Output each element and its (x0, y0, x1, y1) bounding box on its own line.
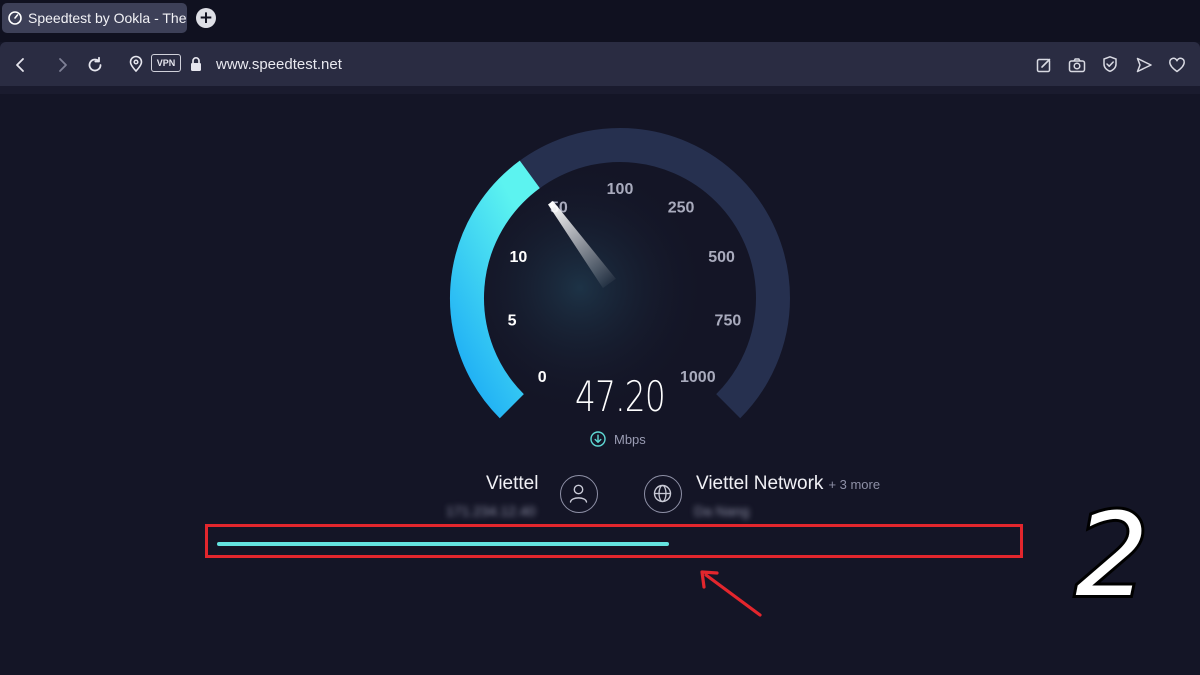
download-icon (590, 431, 606, 447)
speed-unit: Mbps (614, 431, 646, 447)
gauge-tick-label: 1000 (680, 369, 716, 386)
gauge-tick-label: 5 (508, 313, 517, 330)
unit-row: Mbps (590, 431, 646, 447)
annotation-step-number: 2 (1072, 500, 1151, 610)
isp-ip: 171.234.12.40 (446, 503, 536, 519)
user-icon-button[interactable] (560, 475, 598, 513)
progress-highlight-frame (205, 524, 1023, 558)
gauge-tick-label: 100 (607, 181, 634, 198)
annotation-arrow-icon (700, 570, 762, 617)
gauge-tick-label: 250 (668, 200, 695, 217)
server-more-link[interactable]: + 3 more (828, 477, 880, 492)
gauge-tick-label: 10 (510, 249, 528, 266)
gauge-tick-label: 0 (538, 369, 547, 386)
globe-icon-button[interactable] (644, 475, 682, 513)
server-location: Da Nang (694, 503, 750, 519)
server-name-row[interactable]: Viettel Network + 3 more (696, 473, 880, 495)
progress-fill (217, 542, 669, 546)
gauge-tick-label: 750 (715, 313, 742, 330)
progress-bar (217, 542, 669, 546)
globe-icon (653, 484, 672, 503)
isp-name: Viettel (486, 473, 539, 494)
user-icon (569, 484, 588, 503)
speed-gauge: 0510501002505007501000 (449, 128, 790, 419)
annotation-number: 2 (1075, 500, 1148, 610)
gauge-tick-label: 500 (708, 249, 735, 266)
speed-value: 47.20 (575, 372, 666, 421)
server-name: Viettel Network (696, 473, 824, 494)
